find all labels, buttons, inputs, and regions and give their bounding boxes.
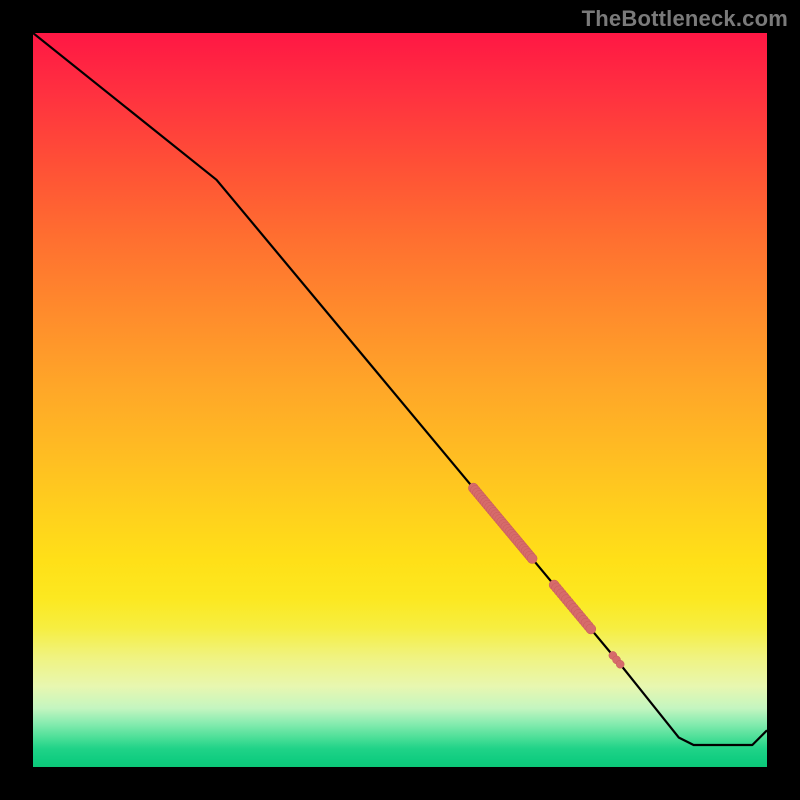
data-point-marker	[586, 624, 596, 634]
plot-area	[33, 33, 767, 767]
chart-svg	[33, 33, 767, 767]
data-point-marker	[527, 554, 537, 564]
data-point-marker	[616, 660, 624, 668]
chart-container: TheBottleneck.com	[0, 0, 800, 800]
curve-path	[33, 33, 767, 745]
watermark-text: TheBottleneck.com	[582, 6, 788, 32]
bottleneck-curve	[33, 33, 767, 745]
